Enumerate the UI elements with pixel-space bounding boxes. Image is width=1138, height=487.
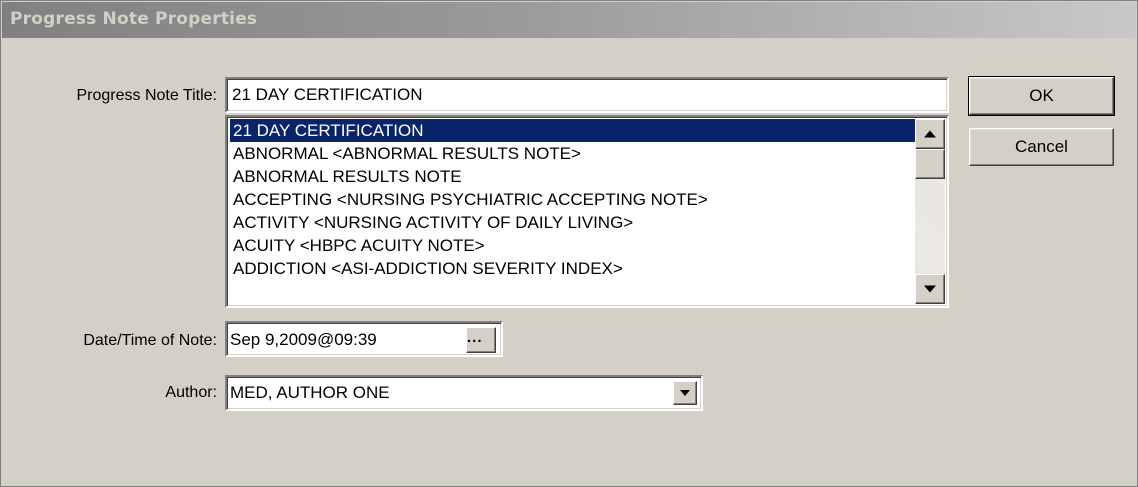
cancel-button-label: Cancel	[1015, 137, 1068, 156]
progress-note-properties-dialog: Progress Note Properties Progress Note T…	[0, 0, 1138, 487]
chevron-down-icon	[680, 390, 690, 396]
scroll-down-button[interactable]	[915, 274, 945, 304]
author-value: MED, AUTHOR ONE	[230, 383, 390, 402]
dialog-title: Progress Note Properties	[10, 9, 258, 29]
dialog-titlebar[interactable]: Progress Note Properties	[2, 2, 1136, 38]
author-label: Author:	[165, 384, 217, 401]
author-dropdown-button[interactable]	[673, 381, 697, 405]
date-time-value: Sep 9,2009@09:39	[230, 330, 377, 349]
list-item[interactable]: ACTIVITY <NURSING ACTIVITY OF DAILY LIVI…	[230, 211, 920, 234]
note-title-input[interactable]: 21 DAY CERTIFICATION	[225, 77, 949, 113]
note-title-list: 21 DAY CERTIFICATION ABNORMAL <ABNORMAL …	[230, 119, 920, 280]
scroll-thumb[interactable]	[915, 149, 945, 179]
note-title-label: Progress Note Title:	[76, 87, 218, 104]
note-title-listbox[interactable]: 21 DAY CERTIFICATION ABNORMAL <ABNORMAL …	[225, 115, 949, 308]
author-select[interactable]: MED, AUTHOR ONE	[225, 375, 703, 411]
list-item[interactable]: ABNORMAL <ABNORMAL RESULTS NOTE>	[230, 142, 920, 165]
date-time-label: Date/Time of Note:	[83, 332, 217, 349]
date-time-field[interactable]: Sep 9,2009@09:39 ...	[225, 321, 503, 357]
list-scrollbar[interactable]	[915, 119, 945, 304]
ok-button[interactable]: OK	[968, 76, 1115, 116]
scroll-up-button[interactable]	[915, 119, 945, 149]
cancel-button[interactable]: Cancel	[969, 128, 1114, 166]
list-item[interactable]: 21 DAY CERTIFICATION	[230, 119, 920, 142]
arrow-up-icon	[924, 130, 936, 138]
list-item[interactable]: ABNORMAL RESULTS NOTE	[230, 165, 920, 188]
date-picker-button[interactable]: ...	[466, 327, 496, 353]
list-item[interactable]: ACCEPTING <NURSING PSYCHIATRIC ACCEPTING…	[230, 188, 920, 211]
note-title-value: 21 DAY CERTIFICATION	[232, 85, 423, 104]
ellipsis-icon: ...	[467, 329, 483, 346]
list-item[interactable]: ADDICTION <ASI-ADDICTION SEVERITY INDEX>	[230, 257, 920, 280]
arrow-down-icon	[924, 285, 936, 293]
ok-button-label: OK	[1029, 86, 1054, 105]
list-item[interactable]: ACUITY <HBPC ACUITY NOTE>	[230, 234, 920, 257]
